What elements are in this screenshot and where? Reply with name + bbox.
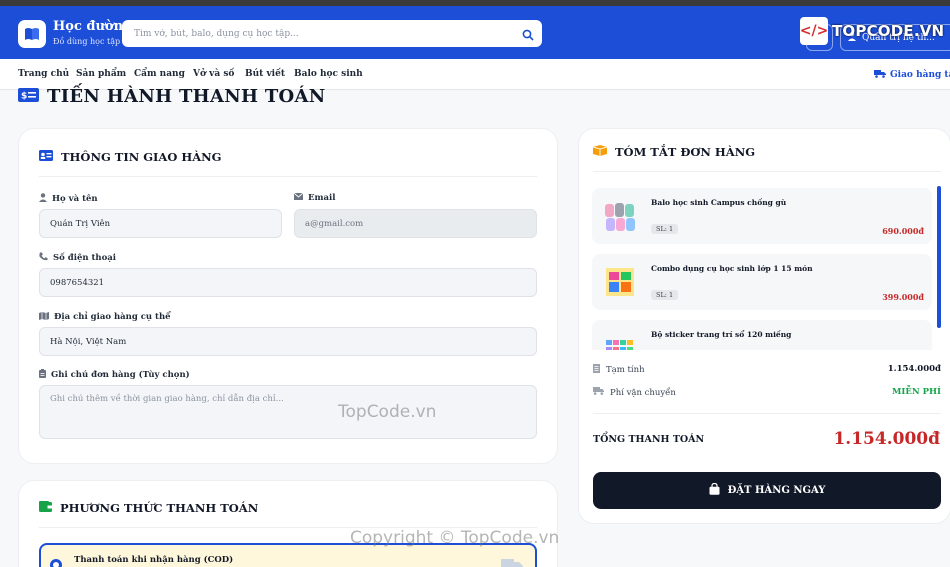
email-field[interactable]	[294, 209, 537, 238]
note-label: Ghi chú đơn hàng (Tùy chọn)	[51, 370, 190, 380]
item-name: Bộ sticker trang trí sổ 120 miếng	[651, 330, 792, 339]
subtotal-label: Tạm tính	[606, 365, 645, 375]
phone-label: Số điện thoại	[53, 253, 116, 263]
divider	[593, 171, 941, 172]
search-bar	[122, 20, 542, 47]
place-order-button[interactable]: ĐẶT HÀNG NGAY	[593, 472, 941, 509]
shipping-fee-label: Phí vận chuyển	[610, 387, 676, 398]
person-icon	[39, 193, 47, 205]
list-item: Combo dụng cụ học sinh lớp 1 15 món SL: …	[592, 254, 932, 310]
svg-text:$: $	[21, 92, 27, 102]
brand-tagline: Đồ dùng học tập	[53, 37, 121, 46]
envelope-icon	[293, 192, 304, 203]
nav-shipping-label: Giao hàng tận n	[890, 70, 950, 80]
item-qty-badge: SL: 1	[651, 290, 679, 300]
summary-title: TÓM TẮT ĐƠN HÀNG	[615, 145, 756, 159]
name-field[interactable]	[39, 209, 282, 238]
truck-icon	[593, 387, 604, 398]
divider	[593, 413, 941, 414]
truck-icon	[874, 69, 886, 81]
payment-title-row: PHƯƠNG THỨC THANH TOÁN	[39, 501, 258, 515]
list-item: Bộ sticker trang trí sổ 120 miếng	[592, 320, 932, 350]
nav-item-notebooks[interactable]: Vở và số	[193, 69, 234, 79]
name-label-row: Họ và tên	[39, 193, 98, 205]
receipt-icon	[593, 364, 600, 376]
address-field[interactable]	[39, 327, 537, 356]
delivery-truck-icon	[501, 557, 523, 567]
site-header: Học đường Đồ dùng học tập Quản trị hệ th…	[0, 6, 950, 59]
product-image	[602, 198, 638, 234]
nav-item-home[interactable]: Trang chủ	[18, 69, 69, 79]
subtotal-label-row: Tạm tính	[593, 364, 645, 376]
book-icon[interactable]	[18, 20, 46, 48]
summary-title-row: TÓM TẮT ĐƠN HÀNG	[592, 145, 756, 159]
total-label: TỔNG THANH TOÁN	[593, 434, 705, 445]
cod-radio[interactable]	[50, 559, 62, 567]
phone-icon	[39, 252, 48, 264]
nav-item-backpacks[interactable]: Balo học sinh	[294, 69, 363, 79]
address-label: Địa chỉ giao hàng cụ thể	[54, 312, 171, 322]
order-note-textarea[interactable]	[39, 385, 537, 439]
subtotal-value: 1.154.000đ	[887, 364, 941, 374]
nav-item-products[interactable]: Sản phẩm	[76, 69, 126, 79]
map-icon	[39, 311, 49, 323]
topcode-watermark-logo: </> TOPCODE.VN	[800, 16, 950, 46]
cod-label: Thanh toán khi nhận hàng (COD)	[74, 555, 234, 565]
shipping-info-title: THÔNG TIN GIAO HÀNG	[61, 150, 222, 164]
shipping-fee-label-row: Phí vận chuyển	[593, 387, 676, 398]
copyright-watermark: Copyright © TopCode.vn	[350, 528, 560, 548]
search-icon[interactable]	[522, 26, 534, 45]
topcode-logo-text: TOPCODE.VN	[832, 22, 945, 40]
shipping-fee-value: MIỄN PHÍ	[892, 387, 941, 397]
note-label-row: Ghi chú đơn hàng (Tùy chọn)	[39, 369, 190, 381]
search-input[interactable]	[134, 26, 514, 41]
order-item-list[interactable]: Balo học sinh Campus chống gù SL: 1 690.…	[592, 184, 936, 350]
item-price: 399.000đ	[882, 292, 924, 302]
payment-title: PHƯƠNG THỨC THANH TOÁN	[60, 501, 259, 515]
nav-item-guide[interactable]: Cẩm nang	[134, 69, 185, 79]
page-title-row: $ TIẾN HÀNH THANH TOÁN	[18, 86, 326, 107]
email-label: Email	[308, 193, 336, 203]
item-name: Balo học sinh Campus chống gù	[651, 198, 787, 207]
watermark-text: TopCode.vn	[338, 402, 437, 422]
email-label-row: Email	[293, 192, 336, 203]
phone-field[interactable]	[39, 268, 537, 297]
item-list-scrollbar[interactable]	[937, 186, 941, 328]
nav-shipping-link[interactable]: Giao hàng tận n	[874, 69, 950, 81]
brand-name[interactable]: Học đường	[53, 19, 132, 34]
item-price: 690.000đ	[882, 226, 924, 236]
name-label: Họ và tên	[52, 194, 98, 204]
box-icon	[592, 145, 608, 159]
page-title: TIẾN HÀNH THANH TOÁN	[47, 86, 326, 107]
phone-label-row: Số điện thoại	[39, 252, 116, 264]
money-icon: $	[18, 87, 39, 106]
divider	[39, 176, 537, 177]
nav-item-pens[interactable]: Bút viết	[245, 69, 285, 79]
item-qty-badge: SL: 1	[651, 224, 679, 234]
item-name: Combo dụng cụ học sinh lớp 1 15 món	[651, 264, 813, 273]
topcode-logo-icon: </>	[800, 17, 828, 45]
wallet-icon	[39, 501, 52, 515]
shipping-info-title-row: THÔNG TIN GIAO HÀNG	[39, 150, 222, 164]
clipboard-icon	[39, 369, 46, 381]
product-image	[602, 330, 638, 350]
address-label-row: Địa chỉ giao hàng cụ thể	[39, 311, 171, 323]
shopping-bag-icon	[709, 482, 720, 498]
list-item: Balo học sinh Campus chống gù SL: 1 690.…	[592, 188, 932, 244]
id-card-icon	[39, 150, 53, 164]
place-order-label: ĐẶT HÀNG NGAY	[727, 485, 826, 496]
product-image	[602, 264, 638, 300]
total-value: 1.154.000đ	[833, 429, 940, 449]
